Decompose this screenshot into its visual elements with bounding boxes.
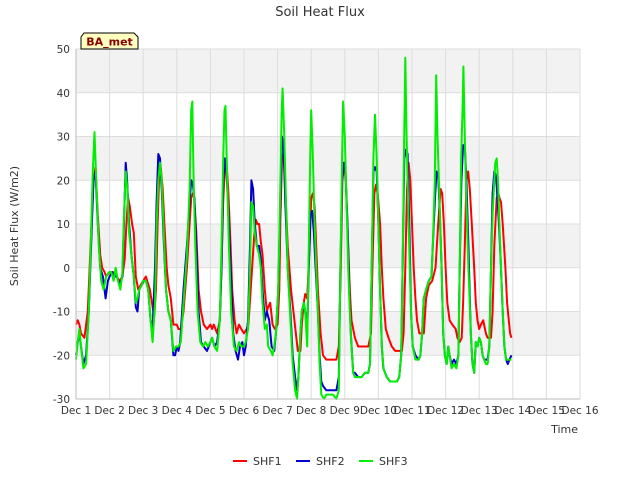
soil-heat-flux-chart: Soil Heat Flux -30-20-1001020304050 Dec … xyxy=(8,5,599,468)
legend-label-shf1: SHF1 xyxy=(253,455,282,468)
legend-label-shf3: SHF3 xyxy=(379,455,408,468)
x-tick-label: Dec 13 xyxy=(461,405,498,417)
y-tick-label: -10 xyxy=(53,307,70,319)
x-tick-label: Dec 5 xyxy=(195,405,225,417)
x-tick-label: Dec 3 xyxy=(128,405,158,417)
y-tick-label: 0 xyxy=(63,263,70,275)
x-tick-label: Dec 2 xyxy=(94,405,124,417)
plot-band xyxy=(76,49,580,93)
x-tick-labels: Dec 1 Dec 2 Dec 3 Dec 4 Dec 5 Dec 6 Dec 7 Dec 8… xyxy=(61,405,599,417)
y-tick-label: -20 xyxy=(53,350,70,362)
legend-label-shf2: SHF2 xyxy=(316,455,345,468)
x-tick-label: Dec 9 xyxy=(330,405,360,417)
y-tick-labels: -30-20-1001020304050 xyxy=(53,44,70,406)
x-tick-label: Dec 1 xyxy=(61,405,91,417)
y-tick-label: 50 xyxy=(57,44,70,56)
station-badge: BA_met xyxy=(80,32,139,50)
x-tick-label: Dec 7 xyxy=(262,405,292,417)
y-tick-label: 40 xyxy=(57,88,70,100)
y-tick-label: 30 xyxy=(57,132,70,144)
x-tick-label: Dec 6 xyxy=(229,405,260,417)
x-tick-label: Dec 15 xyxy=(528,405,565,417)
plot-band xyxy=(76,136,580,181)
x-tick-label: Dec 10 xyxy=(360,405,397,417)
x-axis-label: Time xyxy=(550,423,578,436)
y-axis-label: Soil Heat Flux (W/m2) xyxy=(8,166,21,286)
chart-title: Soil Heat Flux xyxy=(275,5,365,20)
y-tick-label: 20 xyxy=(57,175,70,187)
x-tick-label: Dec 12 xyxy=(427,405,464,417)
y-tick-label: 10 xyxy=(57,219,70,231)
station-badge-label: BA_met xyxy=(86,36,133,49)
legend: SHF1 SHF2 SHF3 xyxy=(233,455,408,468)
x-tick-label: Dec 11 xyxy=(393,405,430,417)
x-tick-label: Dec 8 xyxy=(296,405,326,417)
x-tick-label: Dec 16 xyxy=(561,405,598,417)
x-tick-label: Dec 14 xyxy=(494,405,531,417)
x-tick-label: Dec 4 xyxy=(162,405,193,417)
